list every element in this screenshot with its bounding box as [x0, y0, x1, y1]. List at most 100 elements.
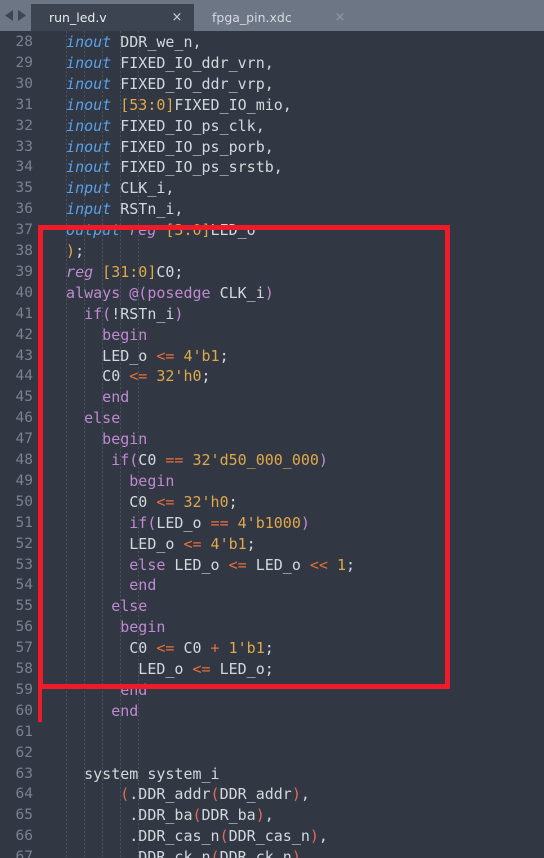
code-text[interactable]: ); — [66, 241, 84, 262]
code-text[interactable]: end — [129, 575, 156, 596]
code-text[interactable]: if(C0 == 32'd50_000_000) — [111, 450, 328, 471]
code-line[interactable]: 67 .DDR_ck_n(DDR_ck_n), — [0, 847, 544, 858]
line-number: 41 — [15, 305, 33, 322]
code-text[interactable]: inout [53:0]FIXED_IO_mio, — [66, 95, 292, 116]
code-line[interactable]: 32 inout FIXED_IO_ps_clk, — [0, 116, 544, 137]
code-token: inout — [66, 74, 112, 93]
code-text[interactable]: C0 <= C0 + 1'b1; — [129, 638, 274, 659]
code-text[interactable]: end — [111, 701, 138, 722]
code-line[interactable]: 44 C0 <= 32'h0; — [0, 366, 544, 387]
code-line[interactable]: 52 LED_o <= 4'b1; — [0, 534, 544, 555]
code-line[interactable]: 41 if(!RSTn_i) — [0, 304, 544, 325]
tab-fpga-pin-xdc[interactable]: fpga_pin.xdc × — [194, 4, 357, 31]
code-token: 32'd50_000_000 — [192, 451, 319, 469]
code-text[interactable]: if(!RSTn_i) — [84, 304, 183, 325]
code-line[interactable]: 38); — [0, 241, 544, 262]
code-line[interactable]: 61 — [0, 722, 544, 743]
code-line[interactable]: 29 inout FIXED_IO_ddr_vrn, — [0, 53, 544, 74]
code-line[interactable]: 46 else — [0, 408, 544, 429]
code-line[interactable]: 65 .DDR_ba(DDR_ba), — [0, 805, 544, 826]
code-text[interactable]: end — [120, 680, 147, 701]
code-line[interactable]: 40 always @(posedge CLK_i) — [0, 283, 544, 304]
code-line[interactable]: 49 begin — [0, 471, 544, 492]
code-text[interactable]: begin — [120, 617, 165, 638]
code-text[interactable]: else — [111, 596, 147, 617]
code-line[interactable]: 43 LED_o <= 4'b1; — [0, 346, 544, 367]
code-token: ( — [138, 283, 148, 302]
close-icon[interactable]: × — [333, 11, 347, 24]
code-token: , — [300, 848, 310, 858]
code-text[interactable]: system system_i — [84, 764, 219, 785]
line-number: 31 — [15, 96, 33, 113]
code-text[interactable]: inout FIXED_IO_ddr_vrn, — [66, 53, 274, 74]
code-text[interactable]: inout FIXED_IO_ddr_vrp, — [66, 74, 274, 95]
code-token: , — [264, 806, 274, 825]
triangle-right-icon[interactable] — [17, 10, 26, 21]
code-text[interactable]: begin — [102, 325, 147, 346]
code-line[interactable]: 59 end — [0, 680, 544, 701]
code-line[interactable]: 64 (.DDR_addr(DDR_addr), — [0, 784, 544, 805]
code-line[interactable]: 54 end — [0, 575, 544, 596]
code-token: inout — [66, 95, 112, 114]
code-line[interactable]: 30 inout FIXED_IO_ddr_vrp, — [0, 74, 544, 95]
code-token: : — [129, 262, 139, 281]
code-line[interactable]: 47 begin — [0, 429, 544, 450]
code-line[interactable]: 66 .DDR_cas_n(DDR_cas_n), — [0, 826, 544, 847]
code-lines-container[interactable]: 28 inout DDR_we_n, 29 inout FIXED_IO_ddr_vr… — [0, 31, 544, 858]
code-line[interactable]: 60 end — [0, 701, 544, 722]
code-line[interactable]: 39 reg [31:0]C0; — [0, 262, 544, 283]
tab-run-led-v[interactable]: run_led.v × — [31, 4, 194, 31]
code-line[interactable]: 42 begin — [0, 325, 544, 346]
line-number: 54 — [15, 577, 33, 594]
code-line[interactable]: 34 inout FIXED_IO_ps_srstb, — [0, 157, 544, 178]
code-text[interactable]: LED_o <= 4'b1; — [129, 534, 255, 555]
code-token: else — [129, 555, 166, 574]
code-text[interactable]: end — [102, 387, 129, 408]
code-text[interactable]: inout FIXED_IO_ps_srstb, — [66, 157, 283, 178]
code-line[interactable]: 28 inout DDR_we_n, — [0, 32, 544, 53]
code-text[interactable]: .DDR_ck_n(DDR_ck_n), — [129, 847, 310, 858]
code-text[interactable]: inout FIXED_IO_ps_clk, — [66, 116, 265, 137]
code-text[interactable]: inout FIXED_IO_ps_porb, — [66, 137, 274, 158]
code-text[interactable]: C0 <= 32'h0; — [129, 492, 237, 513]
code-line[interactable]: 51 if(LED_o == 4'b1000) — [0, 513, 544, 534]
code-text[interactable]: C0 <= 32'h0; — [102, 366, 210, 387]
code-line[interactable]: 57 C0 <= C0 + 1'b1; — [0, 638, 544, 659]
code-line[interactable]: 63 system system_i — [0, 764, 544, 785]
code-line[interactable]: 56 begin — [0, 617, 544, 638]
code-text[interactable]: inout DDR_we_n, — [66, 32, 201, 53]
code-line[interactable]: 36 input RSTn_i, — [0, 199, 544, 220]
code-text[interactable]: .DDR_ba(DDR_ba), — [129, 805, 274, 826]
code-line[interactable]: 55 else — [0, 596, 544, 617]
code-text[interactable]: always @(posedge CLK_i) — [66, 283, 274, 304]
code-line[interactable]: 31 inout [53:0]FIXED_IO_mio, — [0, 95, 544, 116]
code-text[interactable]: begin — [102, 429, 147, 450]
close-icon[interactable]: × — [170, 11, 184, 24]
code-text[interactable]: output reg [3:0]LED_o — [66, 220, 256, 241]
code-line[interactable]: 48 if(C0 == 32'd50_000_000) — [0, 450, 544, 471]
code-text[interactable]: if(LED_o == 4'b1000) — [129, 513, 310, 534]
code-line[interactable]: 62 — [0, 743, 544, 764]
code-line[interactable]: 53 else LED_o <= LED_o << 1; — [0, 555, 544, 576]
code-line[interactable]: 45 end — [0, 387, 544, 408]
code-editor[interactable]: 28 inout DDR_we_n, 29 inout FIXED_IO_ddr_vr… — [0, 31, 544, 858]
line-number: 33 — [15, 138, 33, 155]
code-token: DDR_addr — [219, 785, 292, 804]
code-text[interactable]: begin — [129, 471, 174, 492]
code-line[interactable]: 58 LED_o <= LED_o; — [0, 659, 544, 680]
tab-nav-arrows[interactable] — [0, 0, 31, 31]
code-line[interactable]: 37 output reg [3:0]LED_o — [0, 220, 544, 241]
code-line[interactable]: 35 input CLK_i, — [0, 178, 544, 199]
code-token: ; — [246, 534, 256, 553]
code-text[interactable]: else LED_o <= LED_o << 1; — [129, 555, 355, 576]
code-text[interactable]: .DDR_cas_n(DDR_cas_n), — [129, 826, 328, 847]
code-text[interactable]: (.DDR_addr(DDR_addr), — [120, 784, 310, 805]
code-line[interactable]: 33 inout FIXED_IO_ps_porb, — [0, 137, 544, 158]
code-token: <= — [156, 639, 175, 658]
triangle-left-icon[interactable] — [5, 10, 14, 21]
code-line[interactable]: 50 C0 <= 32'h0; — [0, 492, 544, 513]
code-text[interactable]: LED_o <= LED_o; — [138, 659, 273, 680]
